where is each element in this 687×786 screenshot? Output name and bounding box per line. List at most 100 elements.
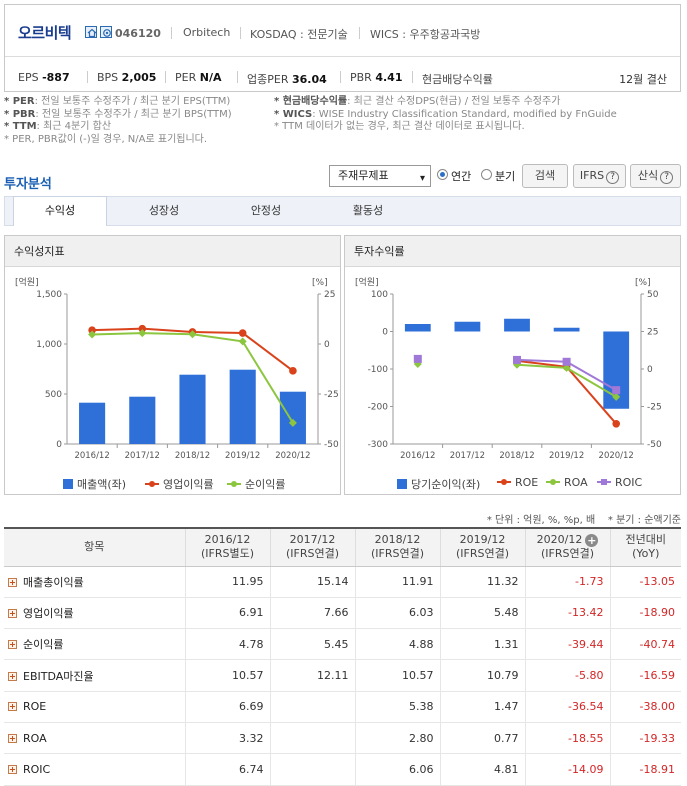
expand-row-icon[interactable] [8,671,17,681]
table-row: ROIC 6.74 6.06 4.81 -14.09 -18.91 [4,753,681,786]
row-label[interactable]: 순이익률 [4,628,185,661]
y-tick-label-right: 25 [647,328,658,338]
row-label[interactable]: EBITDA마진율 [4,659,185,692]
bar [79,402,106,444]
table-cell: -5.80 [524,659,610,692]
y-tick-label-left: -200 [368,403,389,413]
table-cell: 6.69 [184,691,270,723]
fiscal-year-end: 12월 결산 [619,73,667,86]
tab-stability[interactable]: 안정성 [219,197,313,225]
note-pbr: * PBR: 전일 보통주 수정주가 / 최근 분기 BPS(TTM) [4,108,232,120]
legend-item: ROE [497,476,538,489]
formula-help-button[interactable]: 산식? [630,164,681,188]
note-ttm-fallback: * TTM 데이터가 없는 경우, 최근 결산 데이터로 표시됩니다. [274,121,525,132]
tab-profitability[interactable]: 수익성 [13,196,107,226]
y-tick-label-left: 0 [382,328,388,338]
table-cell: -16.59 [609,659,681,692]
section-title: 투자분석 [4,177,52,192]
table-cell: 11.95 [184,566,270,598]
table-row: 영업이익률 6.91 7.66 6.03 5.48 -13.42 -18.90 [4,597,681,630]
divider [412,71,413,83]
company-name[interactable]: 오르비텍 [18,22,72,43]
expand-row-icon[interactable] [8,577,17,587]
table-cell: 1.47 [439,691,525,723]
expand-row-icon[interactable] [8,733,17,743]
note-negative: * PER, PBR값이 (-)일 경우, N/A로 표기됩니다. [4,133,208,145]
table-cell: -39.44 [524,628,610,661]
bar [404,324,431,332]
ir-icon[interactable] [100,26,112,38]
y-tick-label-left: 0 [56,440,62,450]
row-label[interactable]: 매출총이익률 [4,566,185,598]
expand-row-icon[interactable] [8,640,17,650]
expand-row-icon[interactable] [8,608,17,618]
table-row: EBITDA마진율 10.57 12.11 10.57 10.79 -5.80 -16.59 [4,659,681,692]
table-cell [269,753,355,786]
legend-swatch [497,477,511,487]
table-row: 매출총이익률 11.95 15.14 11.91 11.32 -1.73 -13.05 [4,566,681,598]
bar [504,318,530,332]
search-button[interactable]: 검색 [522,164,568,188]
statement-select[interactable]: 주재무제표 ▾ [329,165,431,187]
column-header: 항목 [4,527,185,567]
legend-swatch [397,479,407,489]
table-row: ROE 6.69 5.38 1.47 -36.54 -38.00 [4,691,681,723]
column-header: 2019/12 (IFRS연결) [439,527,525,567]
row-label[interactable]: 영업이익률 [4,597,185,630]
data-point [238,329,247,337]
legend-swatch [145,479,159,489]
profitability-chart-panel: 수익성지표 [억원] [%] 1,500 1,000 500 0 25 0 -25 -50 2016… [4,235,341,495]
table-cell: -19.33 [609,722,681,755]
note-ttm: * TTM: 최근 4분기 합산 [4,121,112,132]
table-cell: 10.79 [439,659,525,692]
x-tick-label: 2016/12 [400,451,435,461]
expand-columns-icon[interactable]: + [585,534,599,548]
home-icon[interactable] [85,26,97,38]
table-row: 순이익률 4.78 5.45 4.88 1.31 -39.44 -40.74 [4,628,681,661]
bar [179,374,206,444]
legend-item: 매출액(좌) [63,476,126,492]
company-header: 오르비텍 046120 Orbitech KOSDAQ : 전문기술 WICS … [4,4,681,92]
table-cell: 6.74 [184,753,270,786]
note-wics: * WICS: WISE Industry Classification Sta… [274,108,617,120]
table-cell: 11.91 [354,566,440,598]
table-cell: 5.45 [269,628,355,661]
table-cell [269,691,355,723]
note-dividend: * 현금배당수익률: 최근 결산 수정DPS(현금) / 전일 보통주 수정주가 [274,96,561,107]
return-chart: [억원] [%] 100 0 -100 -200 -300 50 25 0 -25 -50 2016/1… [355,276,662,461]
table-cell: 11.32 [439,566,525,598]
stock-code: 046120 [115,27,161,40]
y-tick-label-right: -25 [647,403,662,413]
expand-row-icon[interactable] [8,702,17,712]
tab-activity[interactable]: 활동성 [321,197,415,225]
tab-growth[interactable]: 성장성 [117,197,211,225]
legend-item: ROIC [597,476,642,489]
annual-radio-label[interactable]: 연간 [451,168,471,184]
legend-swatch [546,477,560,487]
row-label[interactable]: ROIC [4,753,185,786]
quarter-radio[interactable] [481,169,492,180]
table-cell: -18.55 [524,722,610,755]
column-header: 2017/12 (IFRS연결) [269,527,355,567]
y-tick-label-left: 1,500 [36,290,62,300]
divider [87,71,88,83]
return-chart-panel: 투자수익률 [억원] [%] 100 0 -100 -200 -300 50 25 0 -25 -50… [344,235,681,495]
expand-row-icon[interactable] [8,764,17,774]
bar [279,391,306,444]
quarter-radio-label[interactable]: 분기 [495,168,515,184]
y-axis-right-label: [%] [312,278,328,288]
data-point [612,386,621,395]
table-header-row: 항목 2016/12 (IFRS별도) 2017/12 (IFRS연결) 2018/… [4,527,681,567]
table-cell: 10.57 [184,659,270,692]
y-axis-right-label: [%] [635,278,651,288]
legend-item: 영업이익률 [145,476,214,492]
profitability-table: 항목 2016/12 (IFRS별도) 2017/12 (IFRS연결) 2018/… [4,527,681,786]
ifrs-help-button[interactable]: IFRS? [573,164,626,188]
x-tick-label: 2019/12 [549,451,584,461]
row-label[interactable]: ROA [4,722,185,755]
row-label[interactable]: ROE [4,691,185,723]
annual-radio[interactable] [437,169,448,180]
column-header: 2020/12 + (IFRS연결) [524,527,610,567]
unit-note: * 단위 : 억원, %, %p, 배 * 분기 : 순액기준 [486,515,681,526]
x-tick-label: 2017/12 [125,451,160,461]
